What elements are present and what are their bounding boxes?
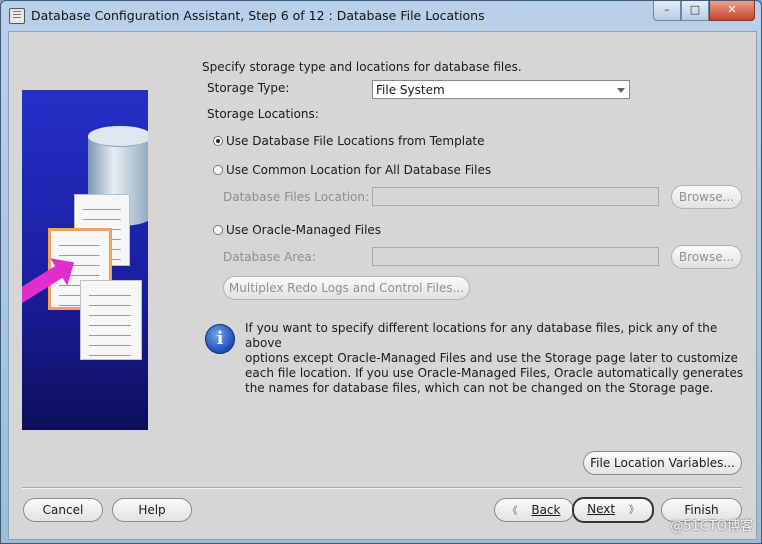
radio-common-location-label[interactable]: Use Common Location for All Database Fil… bbox=[226, 163, 491, 177]
info-icon: i bbox=[205, 324, 235, 354]
database-area-label: Database Area: bbox=[223, 250, 316, 264]
chevron-down-icon bbox=[617, 88, 625, 93]
document-illustration bbox=[80, 280, 142, 360]
radio-template-locations-label[interactable]: Use Database File Locations from Templat… bbox=[226, 134, 485, 148]
intro-text: Specify storage type and locations for d… bbox=[202, 60, 522, 74]
dbca-window: Database Configuration Assistant, Step 6… bbox=[0, 0, 762, 544]
browse-database-area-button[interactable]: Browse... bbox=[671, 245, 742, 269]
browse-files-location-button[interactable]: Browse... bbox=[671, 185, 742, 209]
radio-common-location[interactable] bbox=[213, 165, 223, 175]
next-button-label: Next bbox=[587, 502, 616, 516]
radio-template-locations[interactable] bbox=[213, 136, 223, 146]
wizard-content: Specify storage type and locations for d… bbox=[8, 31, 757, 540]
back-button[interactable]: 《 Back bbox=[494, 498, 574, 522]
multiplex-redo-logs-button[interactable]: Multiplex Redo Logs and Control Files... bbox=[223, 276, 470, 300]
radio-oracle-managed-files-label[interactable]: Use Oracle-Managed Files bbox=[226, 223, 381, 237]
help-button[interactable]: Help bbox=[112, 498, 192, 522]
storage-locations-label: Storage Locations: bbox=[207, 107, 319, 121]
close-button[interactable]: ✕ bbox=[709, 1, 755, 21]
database-files-location-input[interactable] bbox=[372, 187, 659, 206]
cancel-button[interactable]: Cancel bbox=[23, 498, 103, 522]
title-bar[interactable]: Database Configuration Assistant, Step 6… bbox=[1, 1, 761, 31]
info-line: the names for database files, which can … bbox=[245, 381, 714, 395]
file-location-variables-button[interactable]: File Location Variables... bbox=[583, 451, 742, 475]
footer-separator bbox=[22, 487, 742, 489]
minimize-button[interactable]: – bbox=[653, 1, 681, 21]
radio-oracle-managed-files[interactable] bbox=[213, 225, 223, 235]
info-line: each file location. If you use Oracle-Ma… bbox=[245, 366, 744, 380]
window-title: Database Configuration Assistant, Step 6… bbox=[31, 8, 485, 23]
app-icon bbox=[9, 8, 25, 24]
storage-type-label: Storage Type: bbox=[207, 81, 290, 95]
window-controls: – □ ✕ bbox=[653, 1, 755, 21]
info-message: If you want to specify different locatio… bbox=[245, 321, 745, 396]
next-button[interactable]: Next 》 bbox=[572, 497, 654, 523]
database-area-input[interactable] bbox=[372, 247, 659, 266]
storage-type-select[interactable]: File System bbox=[372, 80, 630, 99]
back-button-label: Back bbox=[531, 503, 561, 517]
wizard-illustration bbox=[22, 90, 148, 430]
database-files-location-label: Database Files Location: bbox=[223, 190, 370, 204]
next-arrow-icon: 》 bbox=[628, 505, 639, 516]
back-arrow-icon: 《 bbox=[507, 506, 518, 517]
info-line: options except Oracle-Managed Files and … bbox=[245, 351, 738, 365]
maximize-button[interactable]: □ bbox=[681, 1, 709, 21]
storage-type-value: File System bbox=[376, 83, 445, 97]
info-line: If you want to specify different locatio… bbox=[245, 321, 718, 350]
watermark: @51CTO博客 bbox=[670, 519, 753, 534]
